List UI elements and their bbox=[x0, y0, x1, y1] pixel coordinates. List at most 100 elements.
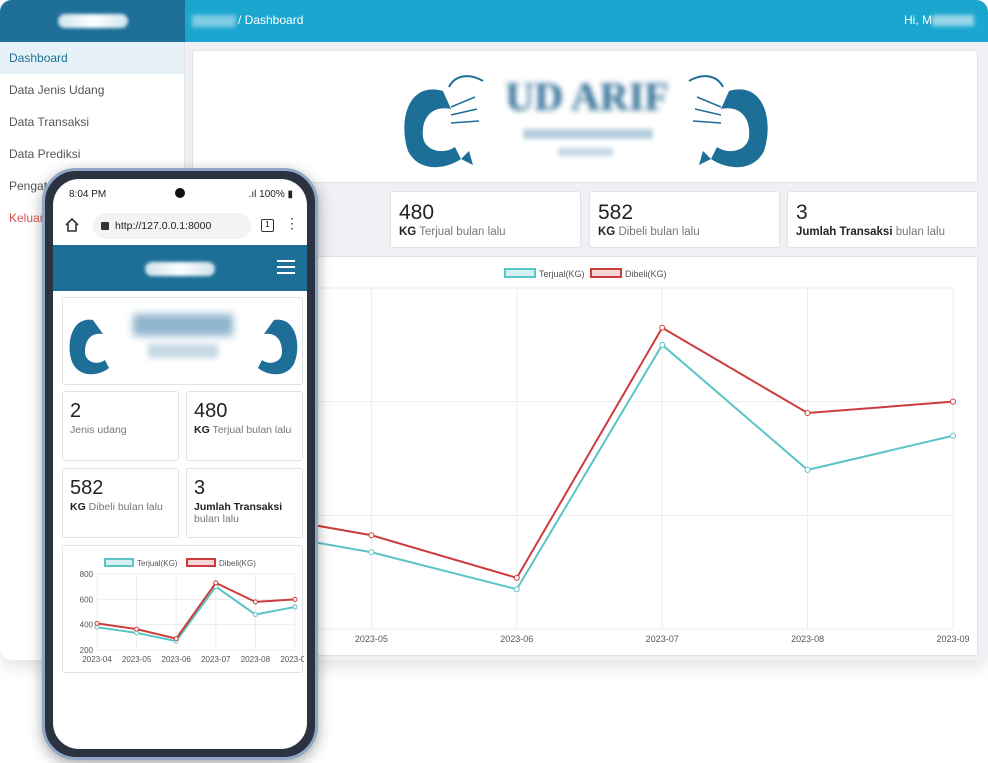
series-line-0 bbox=[96, 585, 296, 643]
y-tick-label: 400 bbox=[80, 621, 94, 630]
shrimp-icon-right bbox=[258, 319, 298, 375]
sidebar-item-data-prediksi[interactable]: Data Prediksi bbox=[0, 138, 184, 170]
browser-toolbar: http://127.0.0.1:8000 1 ⋮ bbox=[53, 205, 307, 245]
breadcrumb: / Dashboard bbox=[192, 13, 303, 27]
data-point bbox=[213, 580, 219, 586]
data-point bbox=[513, 574, 520, 581]
data-point bbox=[368, 532, 375, 539]
legend-label: Terjual(KG) bbox=[137, 559, 178, 568]
x-tick-label: 2023-09 bbox=[280, 655, 304, 664]
legend-swatch bbox=[186, 558, 216, 567]
top-navbar: / Dashboard Hi, M bbox=[0, 0, 988, 42]
x-tick-label: 2023-07 bbox=[201, 655, 231, 664]
mobile-shrimp-illustration bbox=[69, 319, 298, 375]
mobile-stat-card-dibeli: 582 KG Dibeli bulan lalu bbox=[62, 468, 179, 538]
stat-label-text: bulan lalu bbox=[892, 226, 945, 238]
stat-label-text: Terjual bulan lalu bbox=[209, 424, 292, 436]
data-point bbox=[252, 612, 258, 618]
y-tick-label: 600 bbox=[80, 595, 94, 604]
mobile-brand-logo[interactable] bbox=[145, 262, 215, 276]
legend-swatch bbox=[104, 558, 134, 567]
mobile-stat-card-jenis: 2 Jenis udang bbox=[62, 391, 179, 461]
mobile-chart-card: 200 400 600 800 2023-04 2023-05 2023-06 2023-07… bbox=[62, 545, 307, 673]
stat-label-strong: Jumlah Transaksi bbox=[796, 226, 893, 238]
shrimp-icon-left bbox=[69, 319, 109, 375]
greeting-blurred-name bbox=[932, 15, 974, 27]
mobile-hero-title-blurred bbox=[133, 314, 233, 336]
data-point bbox=[173, 636, 179, 642]
mobile-hero-banner bbox=[62, 297, 303, 385]
data-point bbox=[804, 466, 811, 473]
status-bar: 8:04 PM .ıl 100% ▮ bbox=[53, 179, 307, 201]
breadcrumb-blurred-app-name bbox=[192, 14, 236, 27]
stat-value: 582 bbox=[70, 477, 104, 499]
stat-value: 3 bbox=[796, 201, 808, 224]
x-tick-label: 2023-06 bbox=[162, 655, 192, 664]
breadcrumb-text: / Dashboard bbox=[238, 13, 304, 27]
battery-text: 100% bbox=[259, 189, 285, 200]
mobile-navbar bbox=[53, 245, 307, 291]
series-line-1 bbox=[225, 326, 954, 580]
phone-screen: 8:04 PM .ıl 100% ▮ http://127.0.0.1:8000… bbox=[53, 179, 307, 749]
brand-logo-area[interactable] bbox=[0, 0, 185, 42]
kebab-menu-icon[interactable]: ⋮ bbox=[285, 216, 299, 230]
data-point bbox=[659, 324, 666, 331]
legend-swatch bbox=[504, 268, 536, 278]
x-tick-label: 2023-06 bbox=[500, 634, 533, 644]
stat-label-strong: Jumlah Transaksi bbox=[194, 501, 283, 513]
greeting-text: Hi, M bbox=[904, 13, 932, 27]
stat-label-text: bulan lalu bbox=[194, 513, 239, 525]
hero-title: UD ARIF bbox=[505, 74, 669, 119]
data-point bbox=[950, 432, 956, 439]
series-line-0 bbox=[225, 343, 954, 591]
phone-device: 8:04 PM .ıl 100% ▮ http://127.0.0.1:8000… bbox=[42, 168, 318, 760]
user-greeting[interactable]: Hi, M bbox=[904, 13, 974, 27]
hero-subtitle-blurred bbox=[523, 129, 653, 139]
stat-card-transaksi: 3 Jumlah Transaksi bulan lalu bbox=[787, 191, 978, 248]
stat-card-dibeli: 582 KG Dibeli bulan lalu bbox=[589, 191, 780, 248]
legend-label: Dibeli(KG) bbox=[219, 559, 256, 568]
x-tick-label: 2023-08 bbox=[241, 655, 271, 664]
stat-label: Jumlah Transaksi bulan lalu bbox=[194, 501, 295, 525]
url-field[interactable]: http://127.0.0.1:8000 bbox=[93, 213, 251, 239]
mobile-line-chart: 200 400 600 800 2023-04 2023-05 2023-06 2023-07… bbox=[80, 558, 307, 664]
x-tick-label: 2023-07 bbox=[646, 634, 679, 644]
sidebar-item-data-transaksi[interactable]: Data Transaksi bbox=[0, 106, 184, 138]
stat-value: 480 bbox=[399, 201, 435, 224]
stat-label-text: Dibeli bulan lalu bbox=[615, 226, 700, 238]
legend-swatch bbox=[590, 268, 622, 278]
stat-label-strong: KG bbox=[399, 226, 417, 238]
stat-value: 480 bbox=[194, 400, 228, 422]
stat-value: 2 bbox=[70, 400, 82, 422]
tab-switcher-button[interactable]: 1 bbox=[261, 219, 274, 232]
stat-label: KG Terjual bulan lalu bbox=[399, 226, 572, 238]
status-time: 8:04 PM bbox=[69, 189, 107, 200]
y-tick-label: 200 bbox=[80, 646, 94, 655]
data-point bbox=[252, 599, 258, 605]
lock-icon bbox=[101, 222, 109, 230]
data-point bbox=[513, 586, 520, 593]
data-point bbox=[950, 398, 956, 405]
data-point bbox=[292, 604, 298, 610]
data-point bbox=[368, 549, 375, 556]
stat-label-text: Jenis udang bbox=[70, 424, 127, 436]
mobile-stat-card-transaksi: 3 Jumlah Transaksi bulan lalu bbox=[186, 468, 303, 538]
shrimp-icon-right bbox=[688, 75, 768, 168]
data-point bbox=[659, 341, 666, 348]
x-tick-label: 2023-05 bbox=[122, 655, 152, 664]
stat-label: KG Dibeli bulan lalu bbox=[598, 226, 771, 238]
stat-card-terjual: 480 KG Terjual bulan lalu bbox=[390, 191, 581, 248]
battery-indicator: .ıl 100% ▮ bbox=[249, 189, 293, 200]
stat-label: KG Terjual bulan lalu bbox=[194, 424, 295, 436]
stat-label: KG Dibeli bulan lalu bbox=[70, 501, 171, 513]
y-tick-label: 800 bbox=[80, 570, 94, 579]
hamburger-menu-icon[interactable] bbox=[277, 260, 295, 274]
home-icon[interactable] bbox=[65, 218, 79, 232]
sidebar-item-dashboard[interactable]: Dashboard bbox=[0, 42, 184, 74]
sidebar-item-data-jenis-udang[interactable]: Data Jenis Udang bbox=[0, 74, 184, 106]
data-point bbox=[804, 410, 811, 417]
hero-subtitle2-blurred bbox=[558, 148, 613, 156]
data-point bbox=[134, 626, 140, 632]
x-tick-label: 2023-08 bbox=[791, 634, 824, 644]
data-point bbox=[94, 620, 100, 626]
